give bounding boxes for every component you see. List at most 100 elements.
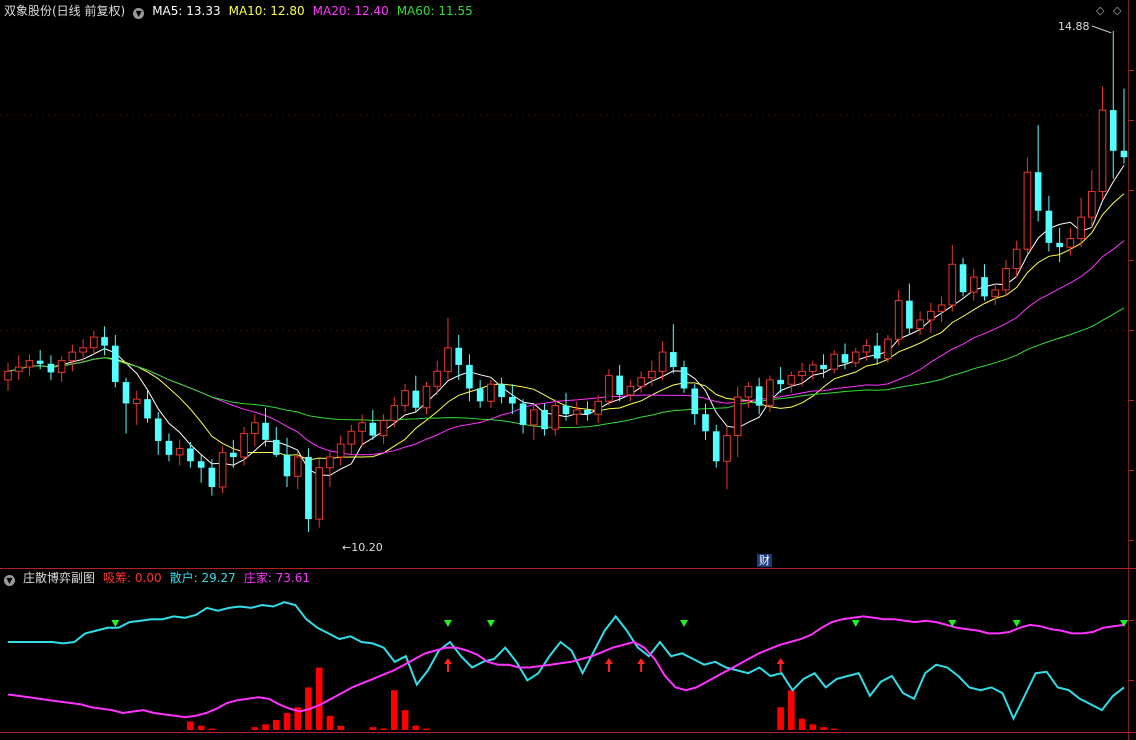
axis-tick: [1128, 190, 1134, 191]
axis-tick: [1128, 400, 1134, 401]
candle: [626, 379, 635, 402]
candle-body-down: [262, 422, 269, 440]
candle-body-down: [187, 448, 194, 462]
candle-body-up: [969, 276, 978, 293]
candle: [712, 424, 720, 468]
candle: [584, 401, 591, 421]
candle: [948, 244, 957, 312]
axis-tick: [1128, 260, 1134, 261]
candle: [937, 296, 946, 323]
candle: [250, 414, 259, 447]
candle: [1066, 227, 1075, 256]
candle-body-down: [154, 418, 162, 441]
candle: [916, 311, 924, 335]
sub-title[interactable]: 庄散博弈副图: [23, 571, 95, 585]
chevron-down-icon[interactable]: ▼: [4, 575, 15, 586]
candle-body-up: [808, 364, 817, 372]
candle-body-up: [766, 379, 774, 407]
candle: [959, 257, 967, 297]
candle-body-down: [369, 422, 377, 436]
candle-body-down: [777, 379, 784, 385]
xichou-value: 吸筹: 0.00: [103, 571, 162, 585]
candle-body-down: [959, 264, 967, 293]
candle: [851, 347, 860, 368]
candle: [1045, 195, 1053, 252]
candle-body-up: [218, 452, 227, 488]
candle-body-up: [648, 370, 656, 379]
candle-body-down: [498, 384, 505, 398]
candle-body-down: [165, 440, 173, 455]
candle: [101, 326, 108, 356]
menu-icon[interactable]: ◇: [1113, 4, 1121, 17]
candle-body-up: [733, 396, 742, 437]
accumulation-bar: [251, 727, 259, 730]
candle: [240, 427, 248, 466]
candle-body-up: [347, 430, 356, 445]
ma10-value: MA10: 12.80: [228, 4, 305, 18]
accumulation-bar: [390, 690, 398, 730]
candle: [444, 317, 452, 380]
candle: [326, 451, 334, 487]
candle-body-up: [4, 370, 12, 381]
green-down-marker: [1012, 620, 1021, 627]
finance-badge[interactable]: 财: [757, 554, 772, 567]
accumulation-bar: [830, 728, 838, 730]
candle-body-up: [1098, 109, 1107, 192]
candle: [154, 412, 162, 455]
candle: [669, 324, 677, 374]
candle: [111, 334, 119, 388]
stock-title[interactable]: 双象股份(日线 前复权): [4, 4, 125, 18]
candle: [208, 459, 216, 496]
ma5-value: MA5: 13.33: [152, 4, 221, 18]
candle-body-up: [315, 467, 324, 520]
accumulation-bar: [283, 712, 291, 730]
candle: [830, 349, 839, 374]
candle: [262, 407, 269, 447]
candle: [1034, 125, 1042, 222]
candle-body-down: [755, 386, 763, 406]
candle-body-up: [594, 400, 603, 415]
candle: [820, 354, 827, 378]
axis-tick: [1128, 330, 1134, 331]
candle: [197, 454, 205, 483]
candle: [927, 302, 935, 333]
candle-body-down: [519, 403, 527, 425]
retail-line: [8, 601, 1125, 721]
candle-body-up: [927, 310, 935, 321]
candle: [519, 399, 527, 434]
candle-body-up: [916, 319, 924, 330]
candle-body-up: [798, 370, 806, 377]
candle-body-up: [57, 360, 66, 373]
candle: [487, 379, 495, 408]
red-up-marker: [604, 658, 613, 664]
chart-stage: [0, 25, 1128, 730]
candle: [777, 367, 784, 393]
candle-body-up: [379, 420, 388, 437]
candle: [455, 334, 463, 380]
diamond-icon[interactable]: ◇: [1096, 4, 1104, 17]
candle: [165, 433, 173, 462]
candle: [390, 397, 399, 428]
candle-body-down: [144, 399, 151, 419]
sub-header: ▼ 庄散博弈副图 吸筹: 0.00 散户: 29.27 庄家: 73.61: [4, 570, 318, 586]
candle-body-up: [90, 336, 98, 349]
candle-body-down: [820, 364, 827, 370]
bottom-divider: [0, 732, 1136, 733]
candle-body-up: [744, 385, 753, 398]
candle-body-up: [1023, 171, 1032, 250]
accumulation-bar: [798, 718, 806, 730]
candle-body-down: [101, 337, 108, 346]
candle-body-up: [787, 375, 796, 385]
candle: [347, 424, 356, 455]
green-down-marker: [486, 620, 495, 627]
candle: [57, 356, 66, 383]
candle: [594, 394, 603, 423]
chevron-down-icon[interactable]: ▼: [133, 8, 145, 19]
candle-body-down: [1034, 172, 1042, 211]
accumulation-bar: [208, 728, 216, 730]
candle-body-up: [358, 422, 366, 432]
candle-body-down: [669, 352, 677, 368]
accumulation-bar: [777, 707, 784, 730]
candle-body-down: [562, 405, 570, 415]
candle-body-up: [422, 385, 431, 409]
